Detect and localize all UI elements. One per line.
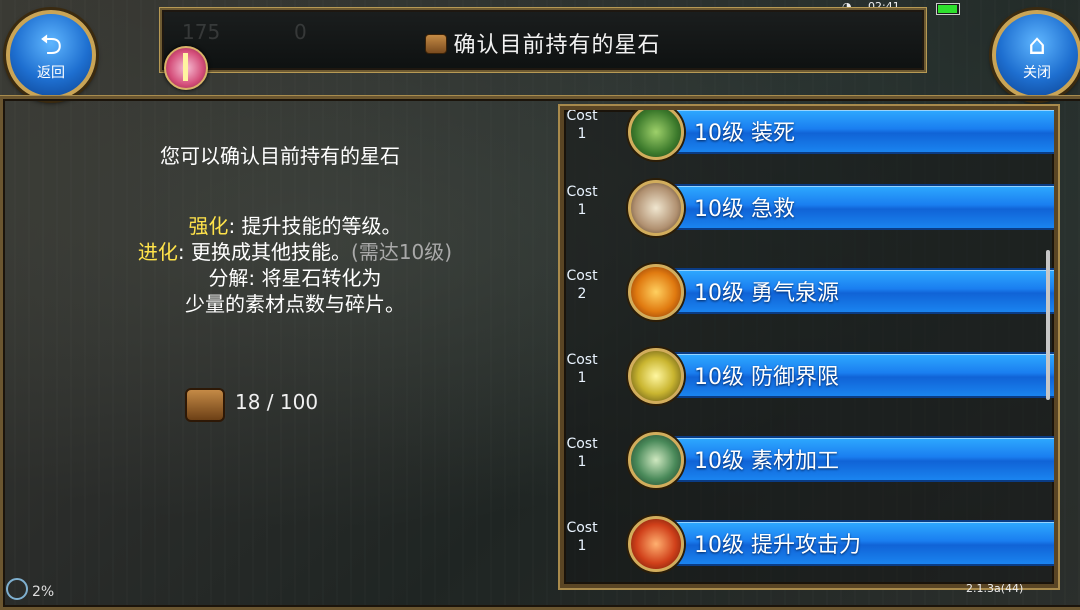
home-icon: ⌂: [1028, 28, 1046, 61]
load-progress-value: 2%: [32, 584, 55, 600]
crafting-icon: [628, 432, 684, 488]
cost-label: Cost: [566, 184, 598, 200]
bag-icon: [185, 388, 225, 422]
cost-value: 1: [577, 126, 587, 142]
rule-enhance: 强化: 提升技能的等级。: [60, 213, 530, 239]
cost-value: 1: [577, 202, 587, 218]
rule-enhance-text: : 提升技能的等级。: [228, 214, 402, 238]
info-panel: 您可以确认目前持有的星石 强化: 提升技能的等级。 进化: 更换成其他技能。(需…: [60, 140, 530, 317]
cost-value: 1: [577, 370, 587, 386]
page-title-text: 确认目前持有的星石: [453, 33, 661, 58]
cost-label: Cost: [566, 352, 598, 368]
skill-name: 10级 素材加工: [694, 449, 839, 474]
gift-icon[interactable]: [164, 46, 208, 90]
skill-name: 10级 勇气泉源: [694, 281, 839, 306]
page-title: 确认目前持有的星石: [162, 27, 924, 59]
back-arrow-icon: ⮌: [39, 28, 63, 61]
back-button[interactable]: ⮌ 返回: [6, 10, 96, 100]
intro-text: 您可以确认目前持有的星石: [160, 144, 400, 168]
rule-evolve-note: (需达10级): [351, 240, 453, 264]
version-label: 2.1.3a(44): [966, 582, 1024, 595]
skill-list[interactable]: 10级 装死 Cost 1 10级 急救 Cost 1 10级 勇气泉源 Cos…: [560, 106, 1058, 588]
skill-name: 10级 提升攻击力: [694, 533, 861, 558]
cost-label: Cost: [566, 436, 598, 452]
first-aid-icon: [628, 180, 684, 236]
battery-icon: [936, 3, 960, 15]
skill-name: 10级 急救: [694, 197, 795, 222]
header-bar: 175 0 确认目前持有的星石: [160, 8, 926, 72]
cost-label: Cost: [566, 520, 598, 536]
load-progress: 2%: [6, 578, 54, 600]
back-label: 返回: [37, 65, 65, 81]
bag-icon: [425, 34, 448, 54]
skill-name: 10级 防御界限: [694, 365, 839, 390]
close-button[interactable]: ⌂ 关闭: [992, 10, 1080, 100]
skull-icon: [628, 110, 684, 160]
skill-name: 10级 装死: [694, 121, 795, 146]
cost-label: Cost: [566, 108, 598, 124]
cost-value: 1: [577, 454, 587, 470]
rule-evolve-text: : 更换成其他技能。: [177, 240, 352, 264]
flame-icon: [628, 264, 684, 320]
close-label: 关闭: [1023, 65, 1051, 81]
rule-enhance-key: 强化: [188, 214, 229, 238]
sword-up-icon: [628, 516, 684, 572]
cost-value: 1: [577, 538, 587, 554]
rule-decompose-2: 少量的素材点数与碎片。: [185, 292, 405, 316]
rule-evolve: 进化: 更换成其他技能。(需达10级): [60, 239, 530, 265]
rule-evolve-key: 进化: [137, 240, 178, 264]
list-scrollbar[interactable]: [1046, 250, 1050, 400]
rules-text: 强化: 提升技能的等级。 进化: 更换成其他技能。(需达10级) 分解: 将星石…: [60, 213, 530, 317]
shield-ring-icon: [628, 348, 684, 404]
cost-value: 2: [577, 286, 587, 302]
rule-decompose: 分解: 将星石转化为: [208, 266, 382, 290]
stone-count-value: 18 / 100: [235, 390, 319, 414]
cost-label: Cost: [566, 268, 598, 284]
gauge-icon: [6, 578, 28, 600]
